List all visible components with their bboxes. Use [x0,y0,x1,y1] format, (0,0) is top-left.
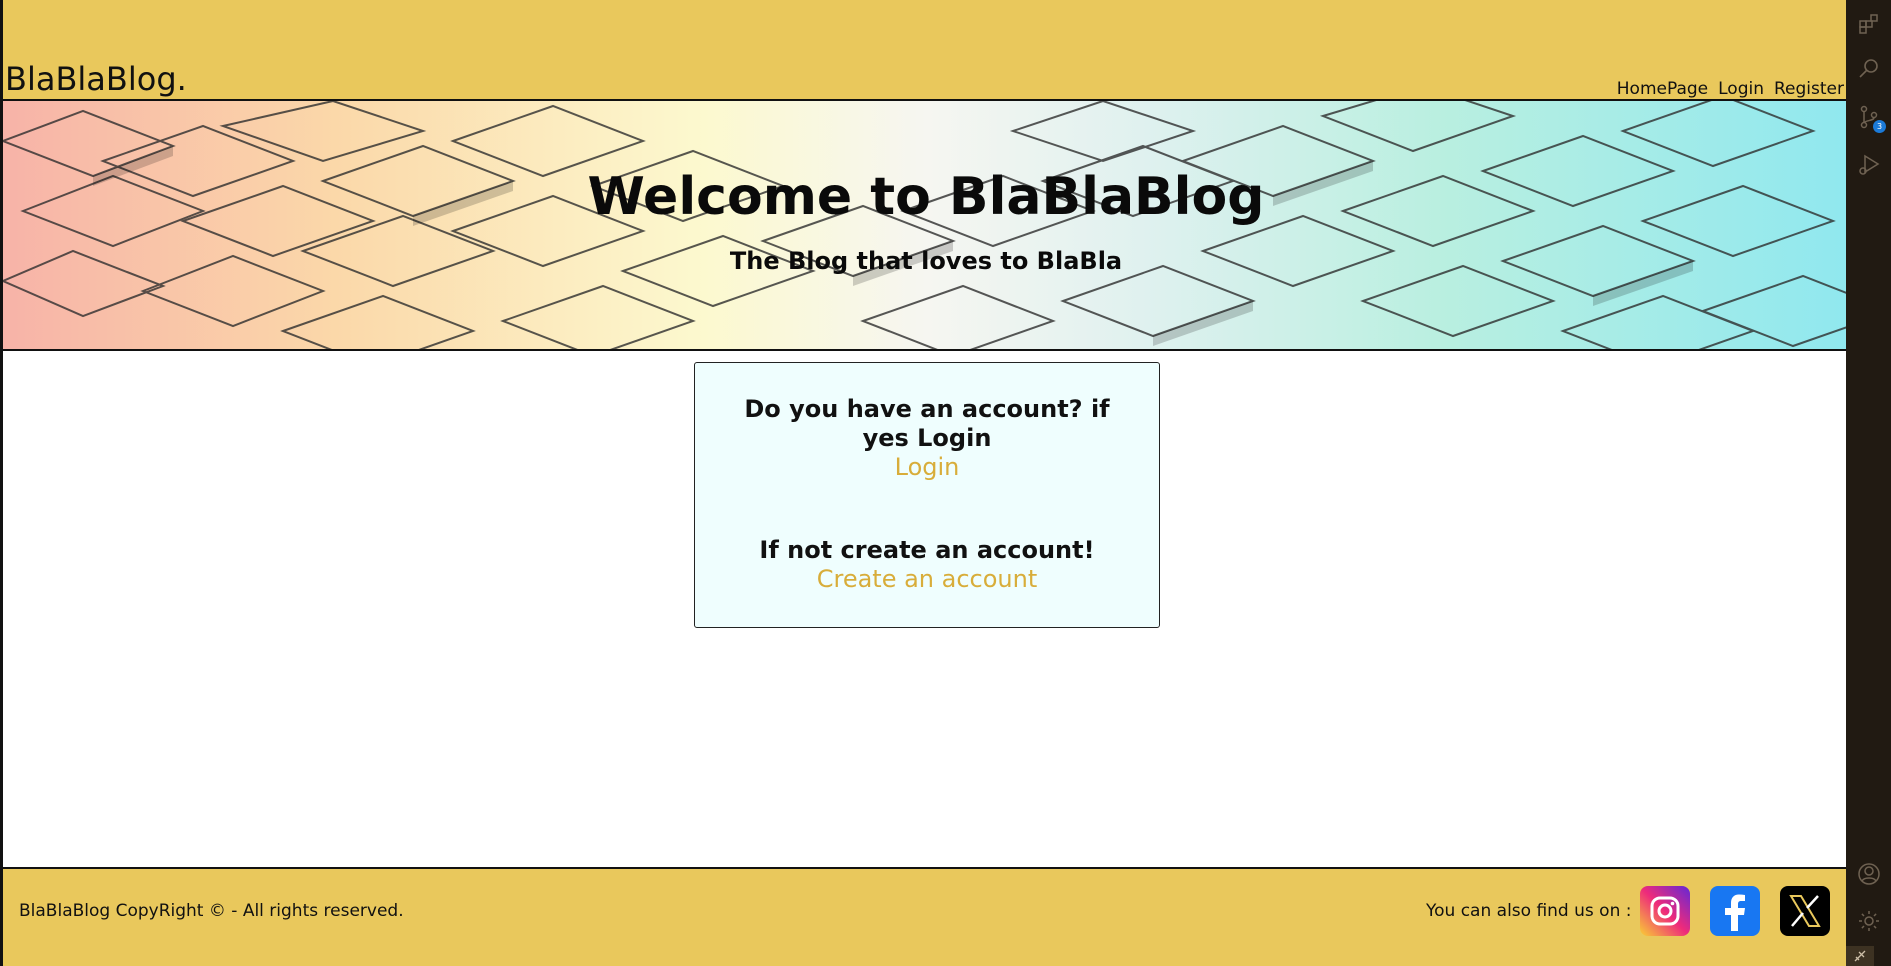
nav-login-link[interactable]: Login [1713,79,1769,99]
run-debug-icon[interactable] [1857,153,1881,177]
x-icon[interactable] [1780,886,1830,936]
login-prompt: Do you have an account? if yes Login [744,395,1110,452]
register-prompt: If not create an account! [759,536,1095,564]
extensions-icon[interactable] [1857,12,1881,36]
create-account-link[interactable]: Create an account [695,565,1159,594]
main-nav: HomePage Login Register [1612,79,1849,99]
hero-title: Welcome to BlaBlaBlog [587,167,1265,227]
remote-status-icon[interactable] [1846,946,1874,966]
page: BlaBlaBlog. HomePage Login Register Welc… [0,0,1849,966]
activity-bar: 3 [1846,0,1891,966]
site-footer: BlaBlaBlog CopyRight © - All rights rese… [3,867,1849,966]
hero-subtitle: The Blog that loves to BlaBla [729,247,1123,275]
facebook-icon[interactable] [1710,886,1760,936]
nav-register-link[interactable]: Register [1769,79,1849,99]
account-card: Do you have an account? if yes Login Log… [694,362,1160,628]
search-icon[interactable] [1857,57,1881,81]
site-logo-text[interactable]: BlaBlaBlog. [5,60,187,98]
account-icon[interactable] [1857,862,1881,886]
login-link[interactable]: Login [695,453,1159,482]
nav-homepage-link[interactable]: HomePage [1612,79,1713,99]
hero-banner: Welcome to BlaBlaBlog The Blog that love… [3,101,1849,351]
site-header: BlaBlaBlog. HomePage Login Register [3,0,1849,101]
source-control-badge: 3 [1873,120,1886,133]
instagram-icon[interactable] [1640,886,1690,936]
settings-icon[interactable] [1857,909,1881,933]
find-us-text: You can also find us on : [1426,901,1632,921]
copyright-text: BlaBlaBlog CopyRight © - All rights rese… [19,901,404,921]
